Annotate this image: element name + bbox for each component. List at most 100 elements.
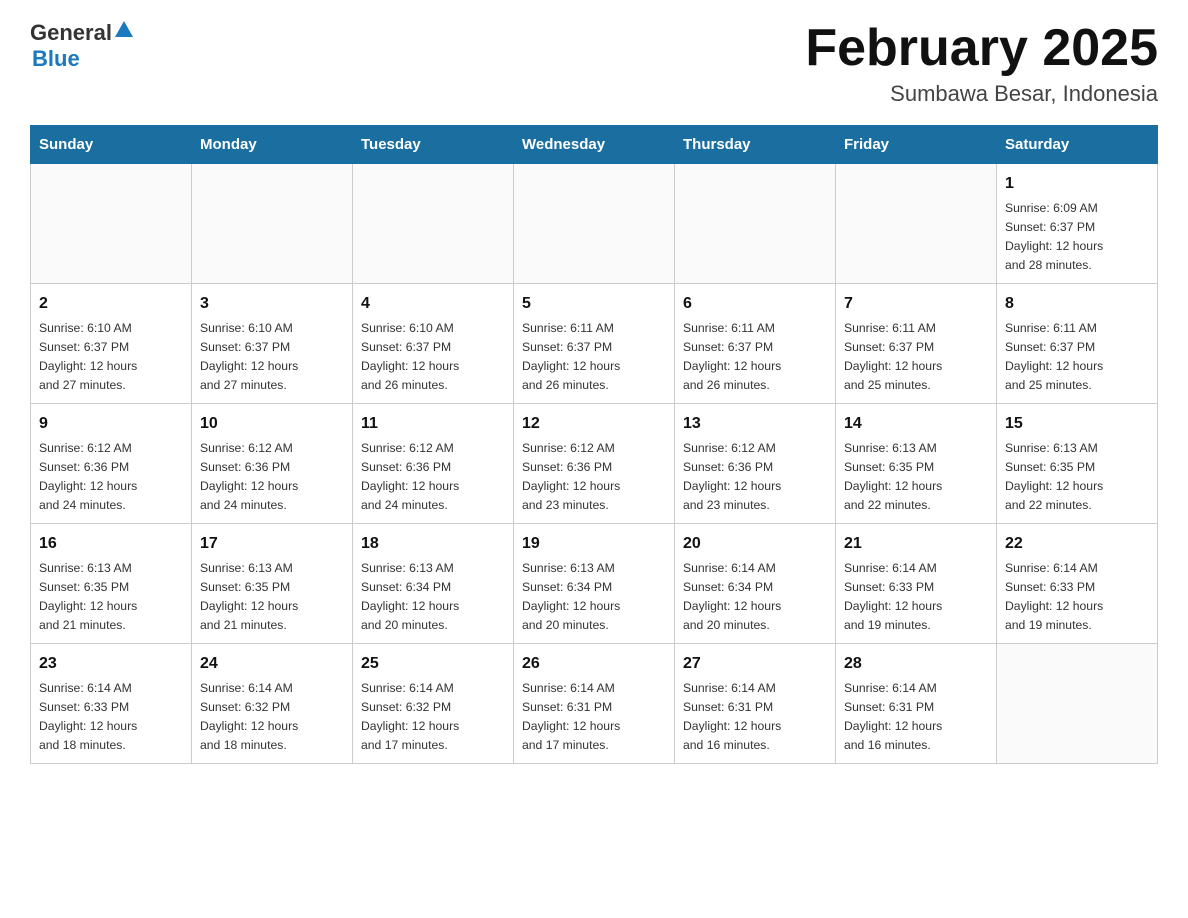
page-header: General Blue February 2025 Sumbawa Besar… (30, 20, 1158, 107)
day-number: 27 (683, 652, 827, 676)
day-info: Sunrise: 6:11 AM Sunset: 6:37 PM Dayligh… (844, 319, 988, 395)
day-info: Sunrise: 6:10 AM Sunset: 6:37 PM Dayligh… (361, 319, 505, 395)
day-info: Sunrise: 6:10 AM Sunset: 6:37 PM Dayligh… (200, 319, 344, 395)
calendar-day-header: Tuesday (353, 126, 514, 164)
day-info: Sunrise: 6:11 AM Sunset: 6:37 PM Dayligh… (522, 319, 666, 395)
calendar-cell: 13Sunrise: 6:12 AM Sunset: 6:36 PM Dayli… (675, 404, 836, 524)
day-number: 25 (361, 652, 505, 676)
day-info: Sunrise: 6:14 AM Sunset: 6:34 PM Dayligh… (683, 559, 827, 635)
day-info: Sunrise: 6:14 AM Sunset: 6:33 PM Dayligh… (844, 559, 988, 635)
day-number: 19 (522, 532, 666, 556)
calendar-cell: 14 Sunrise: 6:13 AM Sunset: 6:35 PM Dayli… (836, 404, 997, 524)
calendar-cell: 3 Sunrise: 6:10 AM Sunset: 6:37 PM Daylig… (192, 284, 353, 404)
day-info: Sunrise: 6:12 AM Sunset: 6:36 PM Dayligh… (39, 439, 183, 515)
calendar-cell (675, 164, 836, 284)
calendar-cell: 19 Sunrise: 6:13 AM Sunset: 6:34 PM Dayli… (514, 524, 675, 644)
day-info: Sunrise: 6:14 AM Sunset: 6:32 PM Dayligh… (361, 679, 505, 755)
calendar-cell: 28 Sunrise: 6:14 AM Sunset: 6:31 PM Dayli… (836, 644, 997, 764)
day-number: 3 (200, 292, 344, 316)
month-title: February 2025 (805, 20, 1158, 77)
day-number: 6 (683, 292, 827, 316)
calendar-day-header: Sunday (31, 126, 192, 164)
day-number: 20 (683, 532, 827, 556)
logo-general-text: General (30, 20, 112, 46)
calendar-cell: 12Sunrise: 6:12 AM Sunset: 6:36 PM Dayli… (514, 404, 675, 524)
day-number: 28 (844, 652, 988, 676)
day-number: 15 (1005, 412, 1149, 436)
day-info: Sunrise: 6:12 AM Sunset: 6:36 PM Dayligh… (200, 439, 344, 515)
calendar-cell: 4 Sunrise: 6:10 AM Sunset: 6:37 PM Daylig… (353, 284, 514, 404)
day-number: 7 (844, 292, 988, 316)
calendar-cell: 5 Sunrise: 6:11 AM Sunset: 6:37 PM Daylig… (514, 284, 675, 404)
day-number: 11 (361, 412, 505, 436)
calendar-cell: 27 Sunrise: 6:14 AM Sunset: 6:31 PM Dayli… (675, 644, 836, 764)
calendar-cell (353, 164, 514, 284)
calendar-cell: 7 Sunrise: 6:11 AM Sunset: 6:37 PM Daylig… (836, 284, 997, 404)
day-number: 23 (39, 652, 183, 676)
calendar-cell: 8 Sunrise: 6:11 AM Sunset: 6:37 PM Daylig… (997, 284, 1158, 404)
day-number: 24 (200, 652, 344, 676)
calendar-day-header: Saturday (997, 126, 1158, 164)
day-info: Sunrise: 6:14 AM Sunset: 6:33 PM Dayligh… (1005, 559, 1149, 635)
calendar-cell: 25 Sunrise: 6:14 AM Sunset: 6:32 PM Dayli… (353, 644, 514, 764)
day-number: 4 (361, 292, 505, 316)
calendar-cell: 21 Sunrise: 6:14 AM Sunset: 6:33 PM Dayli… (836, 524, 997, 644)
calendar-cell (997, 644, 1158, 764)
day-info: Sunrise: 6:14 AM Sunset: 6:31 PM Dayligh… (844, 679, 988, 755)
calendar-cell: 10 Sunrise: 6:12 AM Sunset: 6:36 PM Dayli… (192, 404, 353, 524)
calendar-cell (192, 164, 353, 284)
calendar-cell: 17 Sunrise: 6:13 AM Sunset: 6:35 PM Dayli… (192, 524, 353, 644)
day-number: 1 (1005, 172, 1149, 196)
calendar-cell: 11 Sunrise: 6:12 AM Sunset: 6:36 PM Dayli… (353, 404, 514, 524)
day-number: 8 (1005, 292, 1149, 316)
day-info: Sunrise: 6:13 AM Sunset: 6:34 PM Dayligh… (361, 559, 505, 635)
day-info: Sunrise: 6:11 AM Sunset: 6:37 PM Dayligh… (683, 319, 827, 395)
day-info: Sunrise: 6:11 AM Sunset: 6:37 PM Dayligh… (1005, 319, 1149, 395)
day-info: Sunrise: 6:13 AM Sunset: 6:34 PM Dayligh… (522, 559, 666, 635)
logo-arrow-icon (115, 21, 133, 37)
calendar-cell: 1 Sunrise: 6:09 AM Sunset: 6:37 PM Daylig… (997, 164, 1158, 284)
calendar-day-header: Wednesday (514, 126, 675, 164)
calendar-cell: 9 Sunrise: 6:12 AM Sunset: 6:36 PM Daylig… (31, 404, 192, 524)
day-info: Sunrise: 6:12 AM Sunset: 6:36 PM Dayligh… (522, 439, 666, 515)
day-info: Sunrise: 6:13 AM Sunset: 6:35 PM Dayligh… (200, 559, 344, 635)
calendar-cell (514, 164, 675, 284)
day-number: 5 (522, 292, 666, 316)
calendar-cell: 15 Sunrise: 6:13 AM Sunset: 6:35 PM Dayli… (997, 404, 1158, 524)
day-info: Sunrise: 6:14 AM Sunset: 6:31 PM Dayligh… (683, 679, 827, 755)
calendar-day-header: Thursday (675, 126, 836, 164)
day-info: Sunrise: 6:10 AM Sunset: 6:37 PM Dayligh… (39, 319, 183, 395)
logo-blue-text: Blue (32, 46, 80, 72)
day-number: 26 (522, 652, 666, 676)
calendar-cell: 2 Sunrise: 6:10 AM Sunset: 6:37 PM Daylig… (31, 284, 192, 404)
day-number: 14 (844, 412, 988, 436)
day-number: 16 (39, 532, 183, 556)
day-info: Sunrise: 6:09 AM Sunset: 6:37 PM Dayligh… (1005, 199, 1149, 275)
day-number: 13 (683, 412, 827, 436)
day-number: 21 (844, 532, 988, 556)
day-number: 18 (361, 532, 505, 556)
calendar-cell: 24 Sunrise: 6:14 AM Sunset: 6:32 PM Dayli… (192, 644, 353, 764)
day-info: Sunrise: 6:12 AM Sunset: 6:36 PM Dayligh… (361, 439, 505, 515)
day-number: 22 (1005, 532, 1149, 556)
calendar-cell: 18 Sunrise: 6:13 AM Sunset: 6:34 PM Dayli… (353, 524, 514, 644)
day-info: Sunrise: 6:13 AM Sunset: 6:35 PM Dayligh… (1005, 439, 1149, 515)
logo: General Blue (30, 20, 133, 72)
day-number: 10 (200, 412, 344, 436)
location-title: Sumbawa Besar, Indonesia (805, 81, 1158, 107)
day-info: Sunrise: 6:13 AM Sunset: 6:35 PM Dayligh… (39, 559, 183, 635)
day-info: Sunrise: 6:14 AM Sunset: 6:32 PM Dayligh… (200, 679, 344, 755)
calendar-cell: 22 Sunrise: 6:14 AM Sunset: 6:33 PM Dayli… (997, 524, 1158, 644)
day-info: Sunrise: 6:13 AM Sunset: 6:35 PM Dayligh… (844, 439, 988, 515)
calendar-cell (31, 164, 192, 284)
day-number: 9 (39, 412, 183, 436)
calendar-cell (836, 164, 997, 284)
day-number: 17 (200, 532, 344, 556)
day-info: Sunrise: 6:14 AM Sunset: 6:31 PM Dayligh… (522, 679, 666, 755)
calendar-cell: 23Sunrise: 6:14 AM Sunset: 6:33 PM Dayli… (31, 644, 192, 764)
calendar-cell: 16 Sunrise: 6:13 AM Sunset: 6:35 PM Dayli… (31, 524, 192, 644)
calendar-table: SundayMondayTuesdayWednesdayThursdayFrid… (30, 125, 1158, 764)
calendar-cell: 6 Sunrise: 6:11 AM Sunset: 6:37 PM Daylig… (675, 284, 836, 404)
calendar-day-header: Friday (836, 126, 997, 164)
day-number: 2 (39, 292, 183, 316)
